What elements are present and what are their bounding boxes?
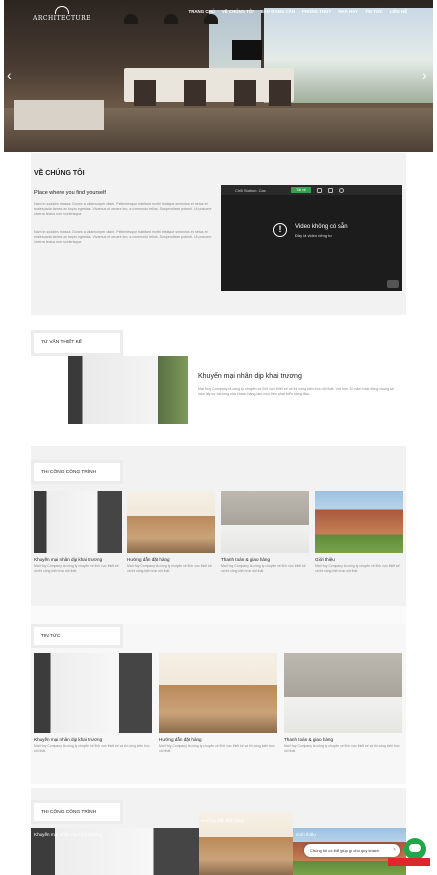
consult-title[interactable]: Khuyến mại nhân dịp khai trương — [198, 373, 302, 380]
card-description: Mai Huy Company là công ty chuyên về lĩn… — [315, 564, 400, 573]
about-subheading: Place where you find yourself — [34, 190, 106, 196]
about-paragraph: Nam in sodales massa. Donec a ullamcorpe… — [34, 230, 212, 244]
nav-item-about[interactable]: VỀ CHÚNG TÔI — [222, 9, 254, 14]
logo-text: ARCHITECTURE — [33, 15, 91, 22]
consult-image[interactable] — [68, 356, 188, 424]
card-title[interactable]: Thanh toán & giao hàng — [284, 737, 402, 742]
section-tab-label: TƯ VẤN THIẾT KẾ — [41, 340, 82, 345]
card-title[interactable]: Khuyến mại nhân dịp khai trương — [34, 737, 152, 742]
about-heading: VỀ CHÚNG TÔI — [34, 170, 85, 177]
card-overlay-title[interactable]: Giới thiệu — [296, 832, 316, 837]
card-description: Mai Huy Company là công ty chuyên về lĩn… — [284, 744, 400, 753]
share-icon[interactable] — [328, 187, 333, 193]
hotline-button[interactable] — [388, 858, 430, 866]
card-title[interactable]: Thanh toán & giao hàng — [221, 557, 309, 562]
download-button[interactable]: Tải về — [291, 187, 311, 193]
consult-section: TƯ VẤN THIẾT KẾ Khuyến mại nhân dịp khai… — [31, 330, 406, 430]
section-tab: TIN TỨC — [31, 624, 123, 648]
nav-item-fengshui[interactable]: PHONG THỦY — [302, 9, 331, 14]
section-tab-label: TIN TỨC — [41, 634, 61, 639]
card-image[interactable] — [159, 653, 277, 733]
video-error-submessage: Đây là video riêng tư — [295, 233, 332, 238]
nav-item-home[interactable]: TRANG CHỦ — [189, 9, 215, 14]
card-description: Mai Huy Company là công ty chuyên về lĩn… — [221, 564, 306, 573]
nav-item-news[interactable]: TIN TỨC — [365, 9, 383, 14]
close-icon[interactable]: × — [393, 844, 396, 857]
clock-icon[interactable] — [317, 187, 322, 193]
nav-item-need[interactable]: BẠN DANG CẦN — [261, 9, 295, 14]
consult-description: Mai Huy Company là công ty chuyên về lĩn… — [198, 387, 394, 396]
build-card[interactable]: Hướng dẫn đặt hàng Mai Huy Company là cô… — [127, 491, 215, 573]
card-title[interactable]: Khuyến mại nhân dịp khai trương — [34, 557, 122, 562]
card-overlay-title[interactable]: Hướng dẫn đặt hàng — [201, 818, 244, 823]
site-logo[interactable]: ARCHITECTURE — [33, 6, 91, 22]
section-tab: TƯ VẤN THIẾT KẾ — [31, 330, 123, 356]
card-image[interactable] — [284, 653, 402, 733]
card-description: Mai Huy Company là công ty chuyên về lĩn… — [34, 564, 119, 573]
main-nav: TRANG CHỦ VỀ CHÚNG TÔI BẠN DANG CẦN PHON… — [189, 9, 407, 14]
news-card[interactable]: Thanh toán & giao hàng Mai Huy Company l… — [284, 653, 402, 753]
youtube-icon[interactable] — [387, 280, 399, 288]
card-image[interactable] — [127, 491, 215, 553]
chat-greeting-text: Chúng tôi có thể giúp gì cho quý khách — [310, 848, 380, 853]
card-image[interactable] — [34, 491, 122, 553]
section-tab: THI CÔNG CÔNG TRÌNH — [31, 460, 123, 484]
video-error-message: Video không có sẵn — [295, 224, 348, 230]
error-icon: ! — [273, 223, 287, 237]
card-title[interactable]: Hướng dẫn đặt hàng — [159, 737, 277, 742]
chat-icon[interactable] — [404, 838, 426, 860]
nav-item-houses[interactable]: NHÀ HAY — [338, 9, 358, 14]
section-tab-label: THI CÔNG CÔNG TRÌNH — [41, 810, 97, 815]
card-description: Mai Huy Company là công ty chuyên về lĩn… — [127, 564, 212, 573]
build-section: THI CÔNG CÔNG TRÌNH Khuyến mại nhân dịp … — [31, 446, 406, 606]
build-card[interactable]: Khuyến mại nhân dịp khai trương Mai Huy … — [34, 491, 122, 573]
news-card[interactable]: Khuyến mại nhân dịp khai trương Mai Huy … — [34, 653, 152, 753]
card-description: Mai Huy Company là công ty chuyên về lĩn… — [159, 744, 275, 753]
hero-slider — [4, 0, 433, 152]
build-card[interactable]: Giới thiệu Mai Huy Company là công ty ch… — [315, 491, 403, 573]
video-top-bar: Chill Station: Cas Tải về — [221, 185, 402, 195]
card-title[interactable]: Giới thiệu — [315, 557, 403, 562]
bulb-icon[interactable] — [339, 187, 344, 193]
card-image[interactable] — [221, 491, 309, 553]
about-section: VỀ CHÚNG TÔI Place where you find yourse… — [31, 153, 406, 315]
build-section-2: THI CÔNG CÔNG TRÌNH Khuyến mại nhân dịp … — [31, 788, 406, 875]
card-image[interactable] — [315, 491, 403, 553]
video-player[interactable]: Chill Station: Cas Tải về ! Video không … — [221, 185, 402, 291]
nav-item-contact[interactable]: LIÊN HỆ — [390, 9, 407, 14]
card-title[interactable]: Hướng dẫn đặt hàng — [127, 557, 215, 562]
section-tab-label: THI CÔNG CÔNG TRÌNH — [41, 470, 97, 475]
about-paragraph: Nam in sodales massa. Donec a ullamcorpe… — [34, 202, 212, 216]
slider-next-icon[interactable]: › — [422, 68, 427, 82]
card-description: Mai Huy Company là công ty chuyên về lĩn… — [34, 744, 150, 753]
news-section: TIN TỨC Khuyến mại nhân dịp khai trương … — [31, 624, 406, 784]
section-tab: THI CÔNG CÔNG TRÌNH — [31, 800, 123, 824]
build-card[interactable]: Thanh toán & giao hàng Mai Huy Company l… — [221, 491, 309, 573]
video-title[interactable]: Chill Station: Cas — [235, 188, 266, 193]
card-image[interactable] — [34, 653, 152, 733]
news-card[interactable]: Hướng dẫn đặt hàng Mai Huy Company là cô… — [159, 653, 277, 753]
slider-prev-icon[interactable]: ‹ — [7, 68, 12, 82]
card-overlay-title[interactable]: Khuyến mại nhân dịp khai trương — [34, 832, 102, 837]
chat-greeting-bubble[interactable]: Chúng tôi có thể giúp gì cho quý khách × — [304, 844, 400, 857]
